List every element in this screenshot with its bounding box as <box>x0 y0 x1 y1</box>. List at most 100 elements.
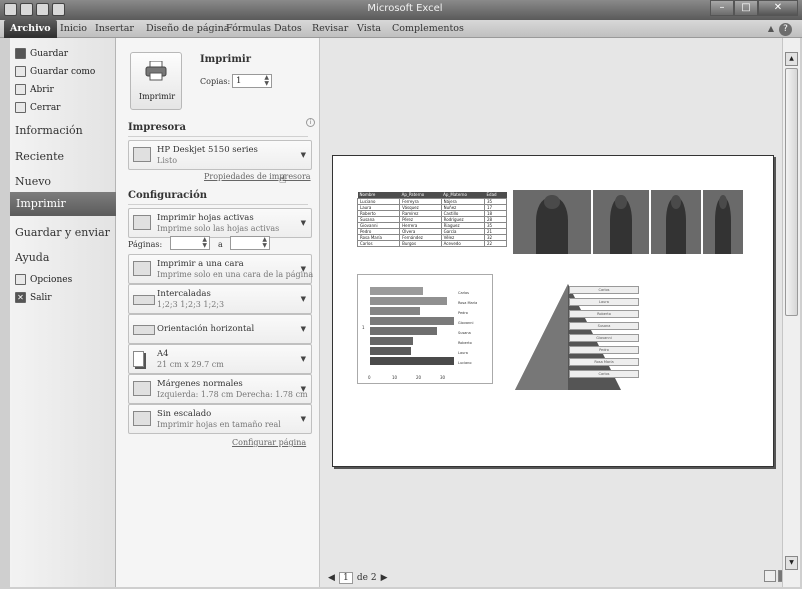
chart-bar <box>370 287 423 295</box>
setting-sheets-title: Imprimir hojas activas <box>157 213 254 223</box>
sheets-icon <box>133 215 151 230</box>
pages-to-label: a <box>218 240 223 249</box>
previous-page-icon[interactable]: ◀ <box>328 573 335 583</box>
chart-tick: 30 <box>440 375 446 380</box>
chart-legend-item: Laura <box>458 351 468 355</box>
setting-paper-dropdown[interactable]: A4 21 cm x 29.7 cm ▼ <box>128 344 312 374</box>
tab-inicio[interactable]: Inicio <box>60 23 87 34</box>
divider <box>128 204 308 205</box>
tab-datos[interactable]: Datos <box>274 23 302 34</box>
setting-orientation-dropdown[interactable]: Orientación horizontal ▼ <box>128 314 312 344</box>
pages-label: Páginas: <box>128 240 163 249</box>
copies-spinner[interactable]: 1 ▲ ▼ <box>232 74 272 88</box>
setting-scaling-desc: Imprimir hojas en tamaño real <box>157 420 281 429</box>
printer-dropdown[interactable]: HP Deskjet 5150 series Listo ▼ <box>128 140 312 170</box>
pages-from-spinner[interactable]: ▲ ▼ <box>170 236 210 250</box>
setting-scaling-dropdown[interactable]: Sin escalado Imprimir hojas en tamaño re… <box>128 404 312 434</box>
minimize-button[interactable]: – <box>710 0 734 16</box>
nav-abrir-label: Abrir <box>30 84 54 95</box>
vertical-scrollbar[interactable]: ▲ ▼ <box>782 38 800 587</box>
printer-name: HP Deskjet 5150 series <box>157 145 258 155</box>
chart-tick: 0 <box>368 375 371 380</box>
tab-vista[interactable]: Vista <box>357 23 381 34</box>
spinner-arrows-icon[interactable]: ▲ ▼ <box>202 237 207 249</box>
print-settings-panel: Imprimir Imprimir Copias: 1 ▲ ▼ Impresora… <box>116 38 320 587</box>
tab-diseno-de-pagina[interactable]: Diseño de página <box>146 23 229 34</box>
maximize-button[interactable]: □ <box>734 0 758 16</box>
chart-bar <box>370 297 447 305</box>
scroll-down-icon[interactable]: ▼ <box>785 556 798 570</box>
chevron-down-icon: ▼ <box>300 151 306 159</box>
preview-photo <box>593 190 649 254</box>
setting-margins-desc: Izquierda: 1.78 cm Derecha: 1.78 cm <box>157 390 308 399</box>
paper-size-icon <box>133 351 144 367</box>
tab-insertar[interactable]: Insertar <box>95 23 134 34</box>
minimize-ribbon-icon[interactable]: ▲ <box>768 24 774 33</box>
nav-guardar[interactable]: Guardar <box>15 48 68 59</box>
setting-sides-title: Imprimir a una cara <box>157 259 244 269</box>
page-setup-link[interactable]: Configurar página <box>232 438 306 447</box>
preview-photo <box>513 190 591 254</box>
nav-guardar-y-enviar[interactable]: Guardar y enviar <box>15 226 110 239</box>
setting-collate-dropdown[interactable]: Intercaladas 1;2;3 1;2;3 1;2;3 ▼ <box>128 284 312 314</box>
tab-revisar[interactable]: Revisar <box>312 23 348 34</box>
help-icon[interactable]: ? <box>779 23 792 36</box>
tab-complementos[interactable]: Complementos <box>392 23 464 34</box>
pages-to-spinner[interactable]: ▲ ▼ <box>230 236 270 250</box>
setting-margins-dropdown[interactable]: Márgenes normales Izquierda: 1.78 cm Der… <box>128 374 312 404</box>
redo-icon[interactable] <box>52 3 65 16</box>
quick-access-toolbar <box>4 3 65 16</box>
setting-sides-dropdown[interactable]: Imprimir a una cara Imprime solo en una … <box>128 254 314 284</box>
save-icon[interactable] <box>20 3 33 16</box>
nav-opciones-label: Opciones <box>30 274 73 285</box>
current-page-input[interactable]: 1 <box>338 572 353 584</box>
setting-scaling-title: Sin escalado <box>157 409 212 419</box>
undo-icon[interactable] <box>36 3 49 16</box>
tab-archivo[interactable]: Archivo <box>4 20 57 38</box>
chevron-down-icon: ▼ <box>300 355 306 363</box>
excel-logo-icon[interactable] <box>4 3 17 16</box>
open-folder-icon <box>15 84 26 95</box>
pyramid-label: Laura <box>569 298 639 306</box>
nav-reciente[interactable]: Reciente <box>15 150 64 163</box>
table-cell: Carlos <box>356 239 401 247</box>
printer-status: Listo <box>157 156 178 165</box>
nav-informacion[interactable]: Información <box>15 124 83 137</box>
setting-paper-title: A4 <box>157 349 169 359</box>
printer-properties-link[interactable]: Propiedades de impresora <box>204 172 311 181</box>
window-controls: – □ ✕ <box>710 0 798 16</box>
table-cell: Acevedo <box>440 239 486 247</box>
chart-bar <box>370 307 421 315</box>
nav-opciones[interactable]: Opciones <box>15 274 72 285</box>
tab-formulas[interactable]: Fórmulas <box>226 23 271 34</box>
next-page-icon[interactable]: ▶ <box>381 573 388 583</box>
show-margins-icon[interactable] <box>764 570 776 582</box>
setting-sides-desc: Imprime solo en una cara de la página <box>157 270 314 279</box>
nav-imprimir[interactable]: Imprimir <box>10 192 120 216</box>
excel-window: Microsoft Excel – □ ✕ Archivo Inicio Ins… <box>0 0 802 589</box>
window-title: Microsoft Excel <box>367 3 443 14</box>
chart-tick: 20 <box>416 375 422 380</box>
setting-sheets-desc: Imprime solo las hojas activas <box>157 224 280 233</box>
setting-orientation-title: Orientación horizontal <box>157 324 255 334</box>
spinner-arrows-icon[interactable]: ▲ ▼ <box>264 75 269 87</box>
info-icon[interactable]: i <box>306 118 315 127</box>
chart-legend-item: Giovanni <box>458 321 474 325</box>
nav-cerrar[interactable]: Cerrar <box>15 102 61 113</box>
spinner-arrows-icon[interactable]: ▲ ▼ <box>262 237 267 249</box>
nav-ayuda[interactable]: Ayuda <box>15 251 49 264</box>
setting-sheets-dropdown[interactable]: Imprimir hojas activas Imprime solo las … <box>128 208 312 238</box>
one-sided-icon <box>133 261 151 276</box>
nav-salir[interactable]: ✕ Salir <box>15 292 52 303</box>
close-button[interactable]: ✕ <box>758 0 798 16</box>
scroll-thumb[interactable] <box>785 68 798 316</box>
nav-guardar-como[interactable]: Guardar como <box>15 66 95 77</box>
print-button[interactable]: Imprimir <box>130 52 182 110</box>
collate-icon <box>133 295 155 305</box>
chart-bar <box>370 357 454 365</box>
scroll-up-icon[interactable]: ▲ <box>785 52 798 66</box>
setting-collate-desc: 1;2;3 1;2;3 1;2;3 <box>157 300 225 309</box>
nav-nuevo[interactable]: Nuevo <box>15 175 51 188</box>
nav-abrir[interactable]: Abrir <box>15 84 54 95</box>
nav-guardar-como-label: Guardar como <box>30 66 96 77</box>
